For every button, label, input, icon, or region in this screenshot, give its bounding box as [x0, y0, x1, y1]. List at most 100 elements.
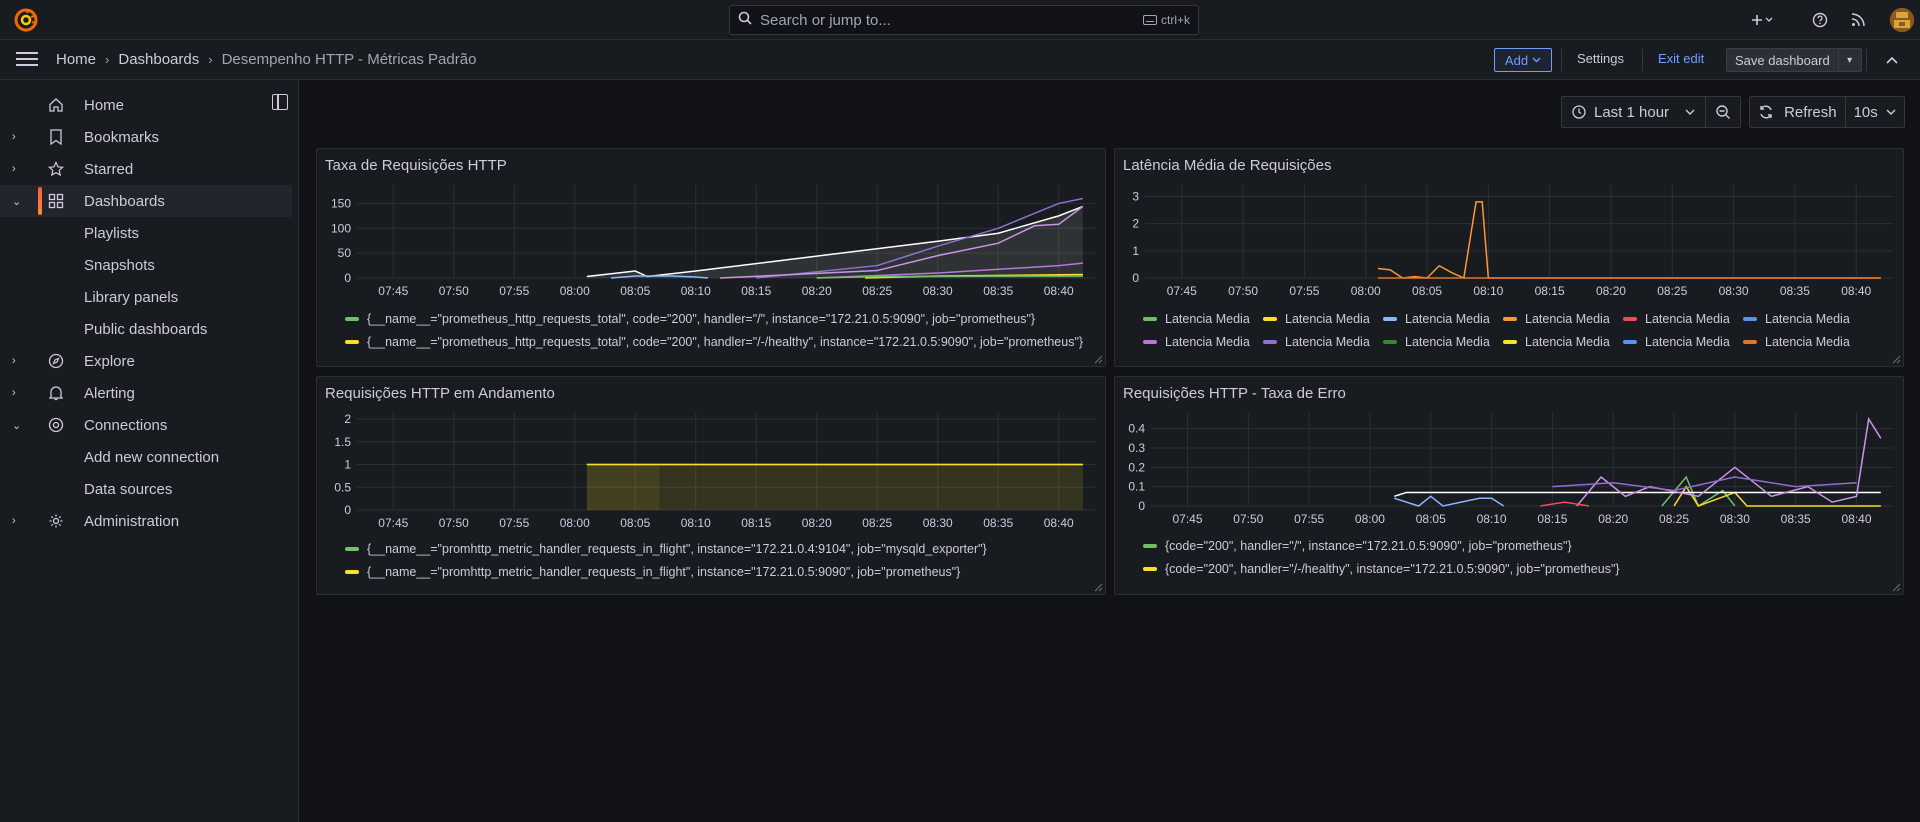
sidebar-item-public-dashboards[interactable]: Public dashboards	[0, 313, 292, 345]
panel-error-rate[interactable]: Requisições HTTP - Taxa de Erro 0 0.1 0.2 0…	[1114, 376, 1904, 595]
panel-average-latency[interactable]: Latência Média de Requisições 0 1 2 3 07:45 0…	[1114, 148, 1904, 367]
user-avatar[interactable]	[1890, 8, 1914, 32]
legend-swatch	[1383, 317, 1397, 321]
chevron-right-icon[interactable]: ›	[12, 163, 16, 175]
breadcrumb-dashboards[interactable]: Dashboards	[118, 51, 199, 68]
search-input[interactable]: Search or jump to... ctrl+k	[729, 5, 1199, 35]
y-tick-label: 0.3	[1128, 441, 1145, 455]
legend-swatch	[1383, 340, 1397, 344]
x-tick-label: 07:50	[439, 516, 469, 530]
legend-item[interactable]: Latencia Media	[1143, 312, 1250, 326]
sidebar-item-add-new-connection[interactable]: Add new connection	[0, 441, 292, 473]
x-tick-label: 08:15	[1535, 284, 1565, 298]
sidebar-item-alerting[interactable]: › Alerting	[0, 377, 292, 409]
resize-handle-icon[interactable]	[1891, 582, 1901, 592]
legend-swatch	[1263, 317, 1277, 321]
time-range-picker[interactable]: Last 1 hour	[1561, 96, 1706, 128]
legend-item[interactable]: {__name__="prometheus_http_requests_tota…	[345, 312, 1035, 326]
y-tick-label: 0	[1132, 271, 1139, 285]
zoom-out-button[interactable]	[1705, 96, 1742, 128]
legend-item[interactable]: Latencia Media	[1263, 312, 1370, 326]
time-series-chart[interactable]: 0 0.5 1 1.5 2 07:45 07:50 07:55 08:00 08:05 08:10 0…	[317, 377, 1107, 596]
y-tick-label: 0	[344, 271, 351, 285]
legend-item[interactable]: Latencia Media	[1623, 335, 1730, 349]
add-button[interactable]: Add	[1494, 48, 1552, 72]
compass-icon	[47, 352, 65, 370]
legend-item[interactable]: {__name__="promhttp_metric_handler_reque…	[345, 542, 987, 556]
legend-item[interactable]: {__name__="promhttp_metric_handler_reque…	[345, 565, 960, 579]
news-rss-icon[interactable]	[1847, 10, 1869, 30]
settings-button[interactable]: Settings	[1577, 51, 1624, 66]
sidebar-item-playlists[interactable]: Playlists	[0, 217, 292, 249]
legend-item[interactable]: {code="200", handler="/", instance="172.…	[1143, 539, 1572, 553]
sidebar-item-administration[interactable]: › Administration	[0, 505, 292, 537]
legend-item[interactable]: Latencia Media	[1743, 335, 1850, 349]
x-tick-label: 08:05	[620, 516, 650, 530]
legend-swatch	[1623, 317, 1637, 321]
sidebar-item-bookmarks[interactable]: › Bookmarks	[0, 121, 292, 153]
resize-handle-icon[interactable]	[1093, 354, 1103, 364]
sidebar-item-data-sources[interactable]: Data sources	[0, 473, 292, 505]
y-tick-label: 2	[344, 412, 351, 426]
toolbar-divider	[1642, 49, 1643, 71]
chevron-down-icon[interactable]: ▾	[1839, 55, 1861, 66]
chevron-right-icon[interactable]: ›	[12, 355, 16, 367]
x-tick-label: 08:15	[741, 516, 771, 530]
search-placeholder: Search or jump to...	[760, 11, 891, 29]
sidebar-item-dashboards[interactable]: ⌄ Dashboards	[0, 185, 292, 217]
sidebar-item-starred[interactable]: › Starred	[0, 153, 292, 185]
menu-toggle-icon[interactable]	[16, 52, 38, 68]
x-tick-label: 08:35	[983, 284, 1013, 298]
sidebar-item-home[interactable]: Home	[0, 89, 292, 121]
legend-item[interactable]: Latencia Media	[1383, 312, 1490, 326]
y-tick-label: 0.4	[1128, 422, 1145, 436]
breadcrumb-separator-icon: ›	[208, 52, 213, 67]
legend-swatch	[1503, 317, 1517, 321]
toolbar-divider	[1866, 49, 1867, 71]
panel-requests-in-flight[interactable]: Requisições HTTP em Andamento 0 0.5 1 1.5 2 0…	[316, 376, 1106, 595]
x-tick-label: 08:40	[1841, 512, 1871, 526]
sidebar-item-explore[interactable]: › Explore	[0, 345, 292, 377]
refresh-button[interactable]: Refresh	[1749, 96, 1846, 128]
refresh-interval-picker[interactable]: 10s	[1845, 96, 1905, 128]
legend-item[interactable]: {__name__="prometheus_http_requests_tota…	[345, 335, 1083, 349]
resize-handle-icon[interactable]	[1093, 582, 1103, 592]
chevron-down-icon	[1886, 109, 1896, 115]
chevron-right-icon[interactable]: ›	[12, 515, 16, 527]
chevron-right-icon[interactable]: ›	[12, 131, 16, 143]
chevron-down-icon[interactable]: ⌄	[12, 419, 21, 432]
legend-item[interactable]: Latencia Media	[1383, 335, 1490, 349]
x-tick-label: 07:55	[499, 516, 529, 530]
y-tick-label: 1.5	[334, 435, 351, 449]
sidebar-item-snapshots[interactable]: Snapshots	[0, 249, 292, 281]
legend-item[interactable]: Latencia Media	[1503, 312, 1610, 326]
y-tick-label: 50	[338, 246, 352, 260]
sidebar-item-library-panels[interactable]: Library panels	[0, 281, 292, 313]
series-line	[1540, 501, 1590, 507]
breadcrumb: Home › Dashboards › Desempenho HTTP - Mé…	[56, 51, 476, 68]
panel-http-request-rate[interactable]: Taxa de Requisições HTTP 0 50 100 150 07:45 0…	[316, 148, 1106, 367]
chevron-right-icon[interactable]: ›	[12, 387, 16, 399]
exit-edit-button[interactable]: Exit edit	[1658, 51, 1704, 66]
save-dashboard-button[interactable]: Save dashboard ▾	[1726, 48, 1862, 72]
x-tick-label: 07:45	[1172, 512, 1202, 526]
legend-item[interactable]: Latencia Media	[1743, 312, 1850, 326]
resize-handle-icon[interactable]	[1891, 354, 1901, 364]
chevron-down-icon[interactable]: ⌄	[12, 195, 21, 208]
grafana-logo-icon[interactable]	[14, 8, 38, 32]
legend-item[interactable]: Latencia Media	[1143, 335, 1250, 349]
legend-item[interactable]: Latencia Media	[1503, 335, 1610, 349]
sidebar-item-connections[interactable]: ⌄ Connections	[0, 409, 292, 441]
legend-item[interactable]: {code="200", handler="/-/healthy", insta…	[1143, 562, 1620, 576]
home-icon	[47, 96, 65, 114]
x-tick-label: 07:55	[499, 284, 529, 298]
legend-item[interactable]: Latencia Media	[1263, 335, 1370, 349]
star-icon	[47, 160, 65, 178]
chevron-up-icon[interactable]	[1886, 52, 1898, 67]
cog-icon	[47, 512, 65, 530]
help-icon[interactable]	[1809, 10, 1831, 30]
breadcrumb-home[interactable]: Home	[56, 51, 96, 68]
x-tick-label: 08:30	[1720, 512, 1750, 526]
legend-item[interactable]: Latencia Media	[1623, 312, 1730, 326]
add-new-icon[interactable]	[1748, 10, 1776, 30]
